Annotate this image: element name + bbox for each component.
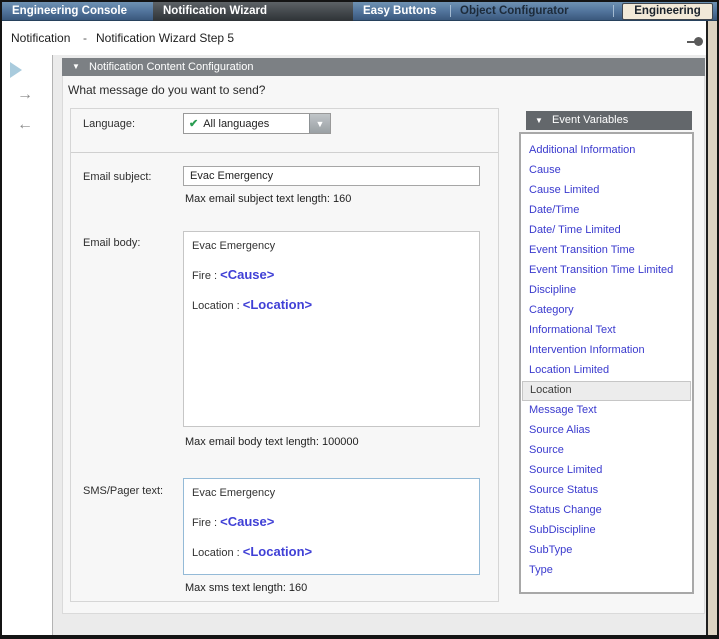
event-variable-item[interactable]: Source Limited [521,461,692,481]
breadcrumb-root[interactable]: Notification [11,21,70,55]
run-play-icon[interactable] [10,62,22,78]
sms-pager-label: SMS/Pager text: [83,485,163,497]
event-variable-item[interactable]: Cause Limited [521,181,692,201]
message-location-line: Location : <Location> [192,544,471,561]
language-label: Language: [83,118,135,130]
email-body-textarea[interactable]: Evac Emergency Fire : <Cause> Location :… [183,231,480,427]
fire-prefix: Fire : [192,517,220,529]
tab-object-configurator[interactable]: Object Configurator [460,2,569,21]
location-variable-token[interactable]: <Location> [243,297,312,312]
top-tab-bar: Engineering Console Notification Wizard … [2,2,717,21]
email-body-hint: Max email body text length: 100000 [185,436,359,448]
event-variables-list: Additional InformationCauseCause Limited… [519,132,694,594]
message-fire-line: Fire : <Cause> [192,267,471,284]
cause-variable-token[interactable]: <Cause> [220,267,274,282]
event-variable-item[interactable]: Source [521,441,692,461]
previous-step-arrow-icon[interactable]: ← [17,116,39,134]
tab-easy-buttons[interactable]: Easy Buttons [363,2,437,21]
collapse-triangle-icon[interactable]: ▼ [72,58,80,76]
breadcrumb-current: Notification Wizard Step 5 [96,21,234,55]
breadcrumb-separator: - [83,21,87,55]
tab-notification-wizard[interactable]: Notification Wizard [153,2,353,21]
language-selected-text: All languages [203,118,269,130]
event-variable-item[interactable]: Source Alias [521,421,692,441]
panel-title: Notification Content Configuration [89,58,253,76]
event-variable-item[interactable]: Category [521,301,692,321]
main-area: → ← ▼ Notification Content Configuration… [2,55,717,635]
cause-variable-token[interactable]: <Cause> [220,514,274,529]
event-variable-item[interactable]: Event Transition Time [521,241,692,261]
message-title-line: Evac Emergency [192,239,471,254]
event-variable-item[interactable]: Intervention Information [521,341,692,361]
location-prefix: Location : [192,547,243,559]
tab-separator [613,5,614,17]
tab-separator [450,5,451,17]
event-variable-item[interactable]: Date/Time [521,201,692,221]
email-subject-input[interactable] [183,166,480,186]
chevron-down-icon: ▼ [316,119,325,129]
message-location-line: Location : <Location> [192,297,471,314]
language-dropdown-value: ✔ All languages [184,114,309,133]
event-variable-item[interactable]: Date/ Time Limited [521,221,692,241]
event-variable-item[interactable]: Additional Information [521,141,692,161]
event-variable-item[interactable]: Type [521,561,692,581]
language-dropdown[interactable]: ✔ All languages ▼ [183,113,331,134]
fire-prefix: Fire : [192,270,220,282]
breadcrumb-bar: Notification - Notification Wizard Step … [2,21,717,55]
event-variables-header[interactable]: ▼ Event Variables [526,111,692,130]
event-variable-item[interactable]: SubDiscipline [521,521,692,541]
location-variable-token[interactable]: <Location> [243,544,312,559]
form-separator [71,152,498,153]
message-fire-line: Fire : <Cause> [192,514,471,531]
check-icon: ✔ [189,117,198,130]
wizard-question: What message do you want to send? [68,83,265,97]
event-variable-item[interactable]: Discipline [521,281,692,301]
event-variable-item[interactable]: Event Transition Time Limited [521,261,692,281]
event-variable-item-selected[interactable]: Location [522,381,691,401]
tab-engineering-console[interactable]: Engineering Console [12,2,127,21]
event-variable-item[interactable]: Cause [521,161,692,181]
collapse-triangle-icon[interactable]: ▼ [535,111,543,130]
sms-hint: Max sms text length: 160 [185,582,307,594]
sms-pager-textarea[interactable]: Evac Emergency Fire : <Cause> Location :… [183,478,480,575]
notification-content-configuration-header[interactable]: ▼ Notification Content Configuration [62,58,705,76]
event-variable-item[interactable]: Informational Text [521,321,692,341]
event-variable-item[interactable]: Message Text [521,401,692,421]
email-body-label: Email body: [83,237,140,249]
language-dropdown-button[interactable]: ▼ [309,114,330,133]
event-variable-item[interactable]: Location Limited [521,361,692,381]
location-prefix: Location : [192,300,243,312]
window-edge-strip [706,21,717,635]
event-variable-item[interactable]: Status Change [521,501,692,521]
event-variable-item[interactable]: SubType [521,541,692,561]
email-subject-label: Email subject: [83,171,151,183]
left-toolbar: → ← [2,55,53,635]
next-step-arrow-icon[interactable]: → [17,86,39,104]
wizard-panel: ▼ Notification Content Configuration Wha… [62,58,705,614]
email-subject-hint: Max email subject text length: 160 [185,193,351,205]
pin-icon[interactable] [687,37,703,46]
engineering-mode-button[interactable]: Engineering [622,3,713,20]
pin-head [694,37,703,46]
application-window: Engineering Console Notification Wizard … [0,0,719,639]
event-variables-title: Event Variables [552,111,628,130]
message-form: Language: ✔ All languages ▼ Email subjec… [70,108,499,602]
event-variable-item[interactable]: Source Status [521,481,692,501]
message-title-line: Evac Emergency [192,486,471,501]
